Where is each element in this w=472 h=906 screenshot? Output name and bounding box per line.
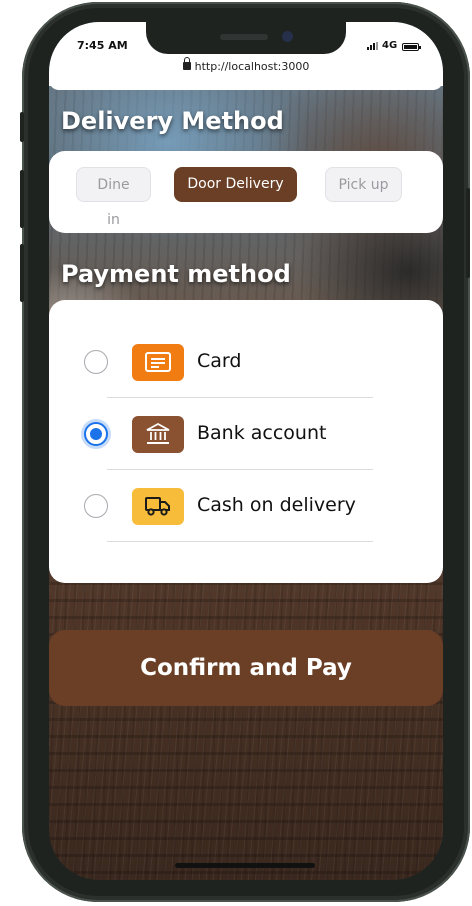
signal-icon — [367, 42, 381, 50]
divider — [107, 541, 373, 542]
home-indicator[interactable] — [175, 863, 315, 868]
payment-option-label: Cash on delivery — [197, 494, 356, 516]
phone-volume-down — [20, 244, 24, 302]
payment-option-bank-account[interactable]: Bank account — [49, 400, 443, 472]
payment-method-heading: Payment method — [61, 260, 291, 288]
card-icon — [132, 344, 184, 381]
network-type: 4G — [382, 40, 398, 51]
radio-bank-account[interactable] — [84, 422, 108, 446]
previous-card-edge — [49, 80, 443, 90]
delivery-method-card: Dine in Door Delivery Pick up — [49, 151, 443, 233]
bank-icon — [132, 416, 184, 453]
confirm-and-pay-button[interactable]: Confirm and Pay — [49, 630, 443, 706]
delivery-option-pick-up[interactable]: Pick up — [325, 167, 402, 202]
status-time: 7:45 AM — [77, 39, 128, 52]
phone-volume-up — [20, 170, 24, 228]
delivery-method-heading: Delivery Method — [61, 107, 284, 135]
speaker-grille — [220, 34, 268, 40]
phone-notch — [146, 22, 346, 54]
delivery-option-door-delivery[interactable]: Door Delivery — [174, 167, 297, 202]
payment-option-label: Bank account — [197, 422, 327, 444]
radio-card[interactable] — [84, 350, 108, 374]
payment-option-cash-on-delivery[interactable]: Cash on delivery — [49, 472, 443, 544]
divider — [107, 397, 373, 398]
lock-icon — [182, 57, 191, 70]
payment-option-label: Card — [197, 350, 242, 372]
phone-mute-switch — [20, 112, 24, 142]
radio-cash-on-delivery[interactable] — [84, 494, 108, 518]
delivery-option-dine-in[interactable]: Dine in — [76, 167, 151, 228]
battery-icon — [402, 43, 421, 51]
payment-option-card[interactable]: Card — [49, 328, 443, 400]
divider — [107, 469, 373, 470]
phone-power-button — [466, 188, 470, 278]
front-camera — [282, 31, 293, 42]
phone-screen: 7:45 AM 4G http://localhost:3000 Deliver… — [49, 22, 443, 880]
truck-icon — [132, 488, 184, 525]
url-text: http://localhost:3000 — [194, 60, 310, 73]
url-bar[interactable]: http://localhost:3000 — [49, 57, 443, 73]
background-wood-texture — [49, 582, 443, 880]
payment-method-card: Card Bank account Cash on delivery — [49, 300, 443, 583]
